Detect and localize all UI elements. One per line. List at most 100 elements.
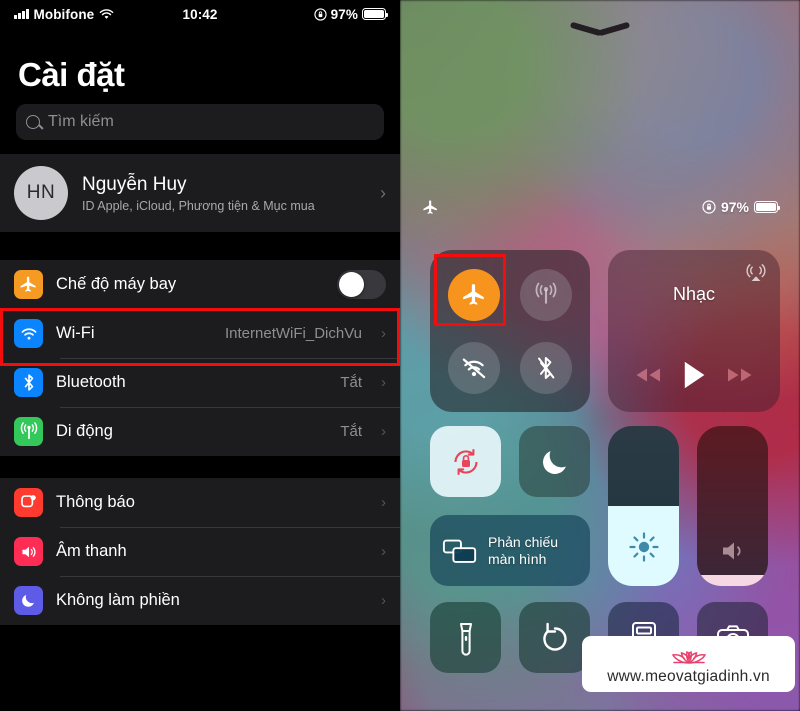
- connectivity-group: Chế độ máy bay Wi-Fi InternetWiFi_DichVu…: [0, 260, 400, 456]
- chevron-right-icon: ›: [381, 592, 386, 609]
- account-text: Nguyễn Huy ID Apple, iCloud, Phương tiện…: [82, 173, 360, 214]
- volume-glyph: [697, 538, 768, 564]
- chevron-right-icon: ›: [381, 494, 386, 511]
- bluetooth-icon: [14, 368, 43, 397]
- account-subtitle: ID Apple, iCloud, Phương tiện & Mục mua: [82, 199, 315, 214]
- airplane-icon: [463, 283, 484, 305]
- chevron-down-handle-icon[interactable]: [569, 21, 631, 42]
- search-placeholder: Tìm kiếm: [48, 113, 114, 130]
- row-value: Tắt: [340, 423, 362, 440]
- play-icon[interactable]: [681, 360, 707, 390]
- lotus-logo-icon: [671, 650, 706, 664]
- cellular-data-button[interactable]: [520, 268, 572, 321]
- sidebar-item-do-not-disturb[interactable]: Không làm phiền ›: [0, 576, 400, 625]
- connectivity-panel: [430, 250, 590, 412]
- wifi-off-icon: [462, 357, 486, 378]
- search-wrapper: Tìm kiếm: [0, 100, 400, 154]
- airplane-mode-button[interactable]: [448, 268, 500, 321]
- watermark: www.meovatgiadinh.vn: [582, 636, 795, 692]
- brightness-icon: [628, 532, 659, 562]
- status-bar: Mobifone 10:42 97%: [0, 0, 400, 28]
- account-group: HN Nguyễn Huy ID Apple, iCloud, Phương t…: [0, 154, 400, 232]
- cc-top-row: Nhạc: [430, 250, 780, 412]
- row-label: Wi-Fi: [56, 324, 95, 342]
- notifications-group: Thông báo › Âm thanh › Không làm phiền ›: [0, 478, 400, 625]
- airplane-icon: [423, 199, 437, 214]
- sidebar-item-sounds[interactable]: Âm thanh ›: [0, 527, 400, 576]
- airplane-mode-toggle[interactable]: [337, 270, 386, 299]
- control-center-status-bar: 97%: [400, 196, 800, 218]
- cc-middle-left: Phản chiếu màn hình: [430, 426, 590, 586]
- do-not-disturb-button[interactable]: [519, 426, 590, 497]
- control-center-body: Nhạc Phản chiếu màn hình: [430, 250, 780, 673]
- cellular-antenna-icon: [535, 282, 557, 304]
- search-input[interactable]: Tìm kiếm: [16, 104, 384, 140]
- cellular-antenna-icon: [14, 417, 43, 446]
- rewind-icon[interactable]: [633, 366, 663, 384]
- volume-icon: [722, 542, 740, 560]
- toggle-knob: [339, 272, 364, 297]
- timer-icon: [542, 622, 567, 651]
- control-center-panel: 97% Nhạc Phản chiếu màn hình: [400, 0, 800, 711]
- cc-middle-row: Phản chiếu màn hình: [430, 426, 780, 586]
- battery-percent-label: 97%: [720, 199, 749, 215]
- brightness-glyph: [608, 530, 679, 564]
- moon-icon: [14, 586, 43, 615]
- fast-forward-icon[interactable]: [725, 366, 755, 384]
- bluetooth-button[interactable]: [520, 341, 572, 394]
- mirror-label-line1: Phản chiếu: [488, 533, 559, 550]
- brightness-slider[interactable]: [608, 426, 679, 586]
- notifications-icon: [14, 488, 43, 517]
- wifi-button[interactable]: [448, 341, 500, 394]
- row-label: Bluetooth: [56, 373, 126, 391]
- flashlight-button[interactable]: [430, 602, 501, 673]
- avatar: HN: [14, 166, 68, 220]
- chevron-right-icon: ›: [381, 374, 386, 391]
- sidebar-item-wifi[interactable]: Wi-Fi InternetWiFi_DichVu ›: [0, 309, 400, 358]
- row-label: Âm thanh: [56, 542, 127, 560]
- carrier-label: Mobifone: [33, 6, 95, 22]
- apple-id-row[interactable]: HN Nguyễn Huy ID Apple, iCloud, Phương t…: [0, 154, 400, 232]
- chevron-right-icon: ›: [380, 182, 386, 203]
- sidebar-item-cellular[interactable]: Di động Tắt ›: [0, 407, 400, 456]
- wifi-icon: [14, 319, 43, 348]
- chevron-right-icon: ›: [381, 543, 386, 560]
- sidebar-item-bluetooth[interactable]: Bluetooth Tắt ›: [0, 358, 400, 407]
- music-panel[interactable]: Nhạc: [608, 250, 780, 412]
- flashlight-icon: [459, 622, 472, 656]
- moon-icon: [542, 450, 566, 474]
- sidebar-item-notifications[interactable]: Thông báo ›: [0, 478, 400, 527]
- cellular-bars-icon: [14, 9, 29, 19]
- section-gap-2: [0, 456, 400, 478]
- screen-mirroring-button[interactable]: Phản chiếu màn hình: [430, 515, 590, 586]
- row-label: Thông báo: [56, 493, 135, 511]
- volume-slider[interactable]: [697, 426, 768, 586]
- sound-icon: [14, 537, 43, 566]
- row-label: Di động: [56, 422, 113, 440]
- screen-mirroring-icon: [442, 539, 477, 563]
- search-icon: [26, 115, 40, 129]
- status-bar-left: Mobifone: [14, 7, 114, 22]
- music-controls: [608, 360, 780, 390]
- battery-icon: [754, 201, 781, 213]
- row-label: Không làm phiền: [56, 591, 180, 609]
- rotation-lock-button[interactable]: [430, 426, 501, 497]
- mirror-label-line2: màn hình: [488, 550, 547, 567]
- volume-fill: [697, 574, 768, 586]
- chevron-right-icon: ›: [381, 423, 386, 440]
- cc-toggle-row: [430, 426, 590, 497]
- settings-app-panel: Mobifone 10:42 97% Cài đặt Tìm kiếm HN N…: [0, 0, 400, 711]
- row-label: Chế độ máy bay: [56, 275, 177, 293]
- account-name: Nguyễn Huy: [82, 173, 187, 195]
- sidebar-item-airplane-mode[interactable]: Chế độ máy bay: [0, 260, 400, 309]
- section-gap: [0, 232, 400, 260]
- cc-status-right: 97%: [702, 199, 781, 215]
- status-bar-right: 97%: [314, 7, 389, 22]
- timer-button[interactable]: [519, 602, 590, 673]
- row-value: Tắt: [340, 374, 362, 391]
- airplay-icon[interactable]: [744, 260, 768, 284]
- music-title: Nhạc: [672, 284, 716, 304]
- page-title: Cài đặt: [18, 56, 125, 93]
- bluetooth-off-icon: [538, 356, 555, 379]
- screenshot-root: Mobifone 10:42 97% Cài đặt Tìm kiếm HN N…: [0, 0, 800, 711]
